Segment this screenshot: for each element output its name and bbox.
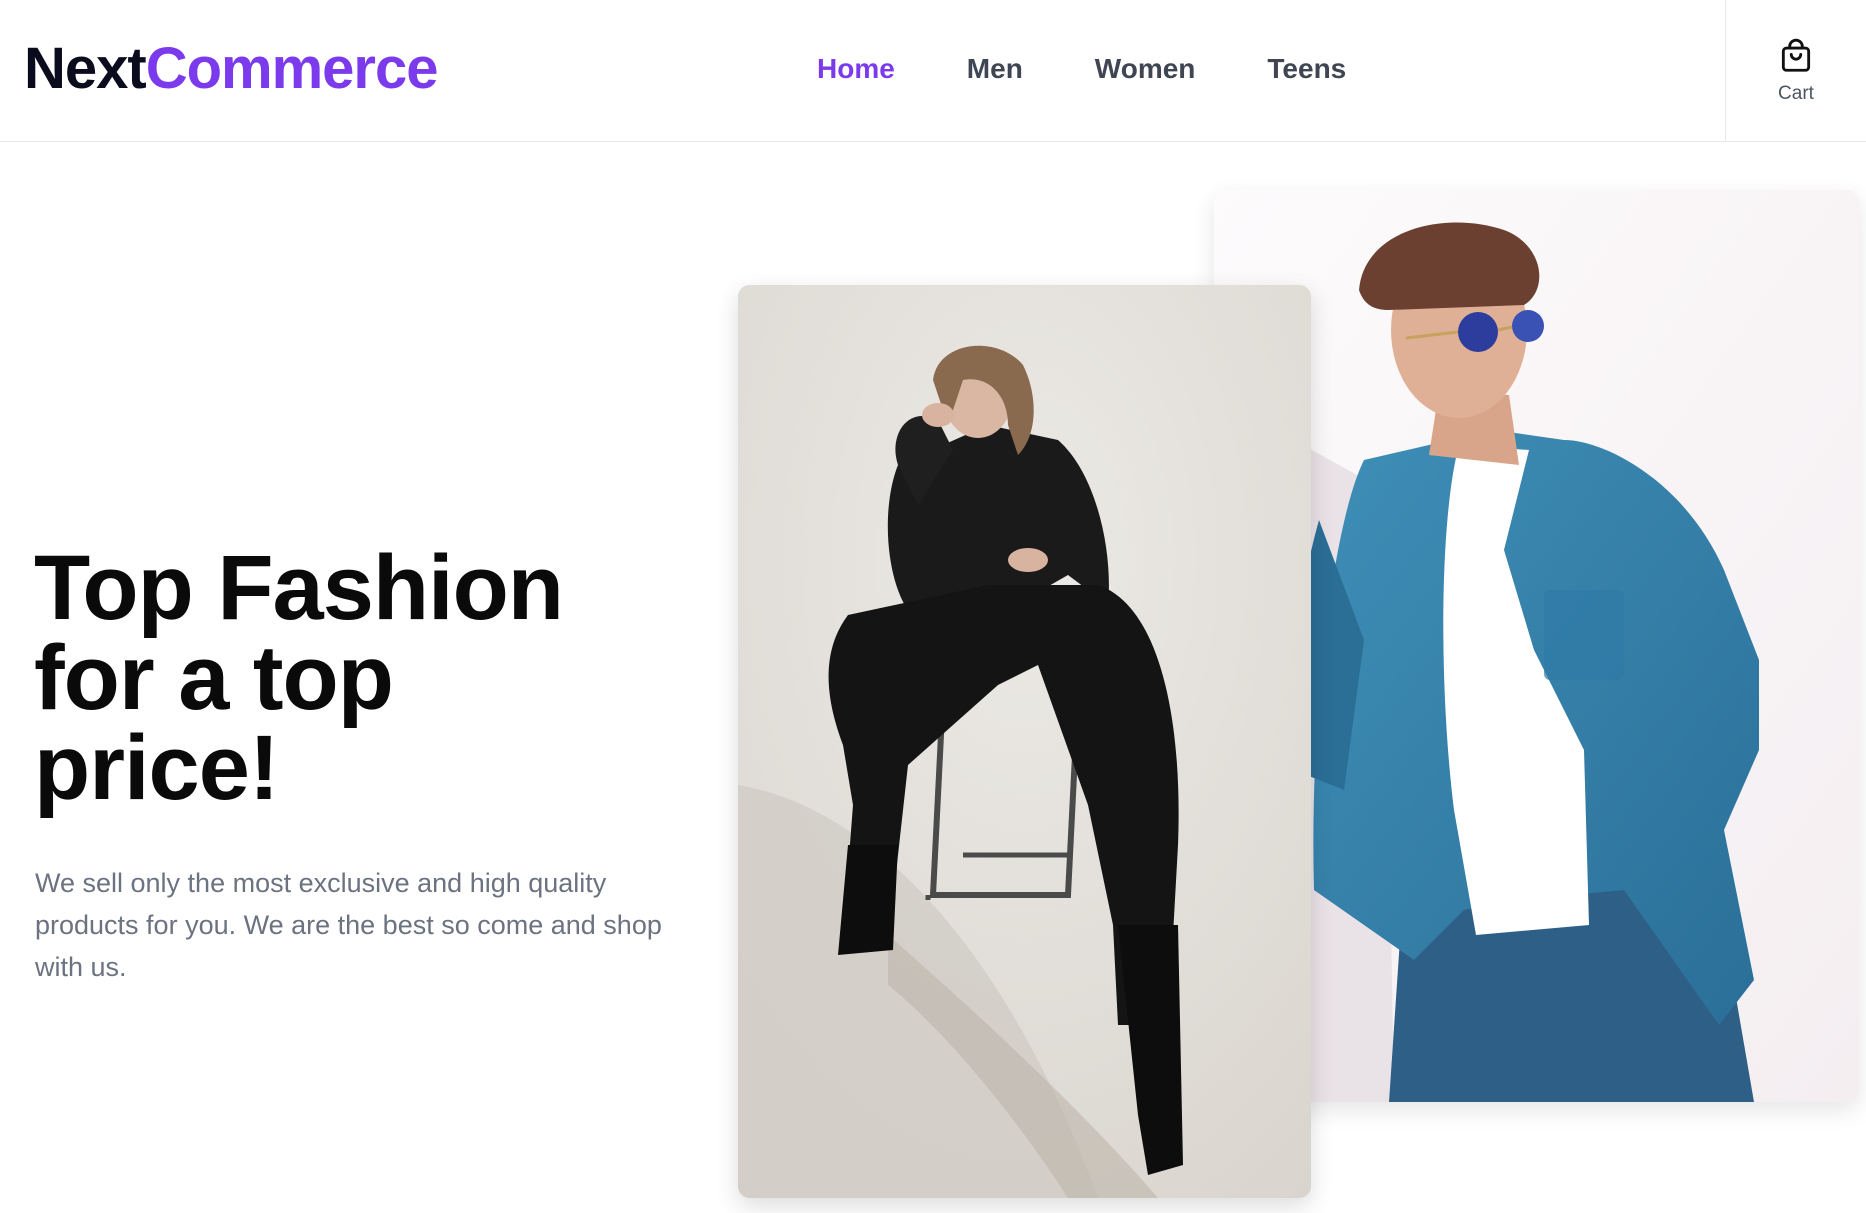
hero-description: We sell only the most exclusive and high… [35,868,662,982]
nav-item-men[interactable]: Men [967,50,1023,88]
brand-logo-part2: Commerce [145,36,439,101]
hero-headline-line3: price! [34,717,280,819]
hero-headline: Top Fashion for a top price! [34,542,674,814]
brand-logo[interactable]: NextCommerce [24,36,439,102]
site-header: NextCommerce Home Men Women Teens Cart [0,0,1866,142]
hero-image-woman [738,285,1311,1198]
nav-item-women[interactable]: Women [1095,50,1196,88]
main-nav: Home Men Women Teens [817,50,1418,88]
nav-item-teens[interactable]: Teens [1267,50,1346,88]
hero-headline-line2: for a top [34,627,394,729]
shopping-bag-icon [1781,38,1811,72]
cart-button[interactable]: Cart [1725,0,1866,142]
hero-headline-line1: Top Fashion [34,537,564,639]
cart-label: Cart [1778,83,1814,104]
nav-item-home[interactable]: Home [817,50,895,88]
woman-photo-illustration [738,285,1311,1198]
brand-logo-part1: Next [24,36,147,101]
page: NextCommerce Home Men Women Teens Cart T… [0,0,1866,1213]
